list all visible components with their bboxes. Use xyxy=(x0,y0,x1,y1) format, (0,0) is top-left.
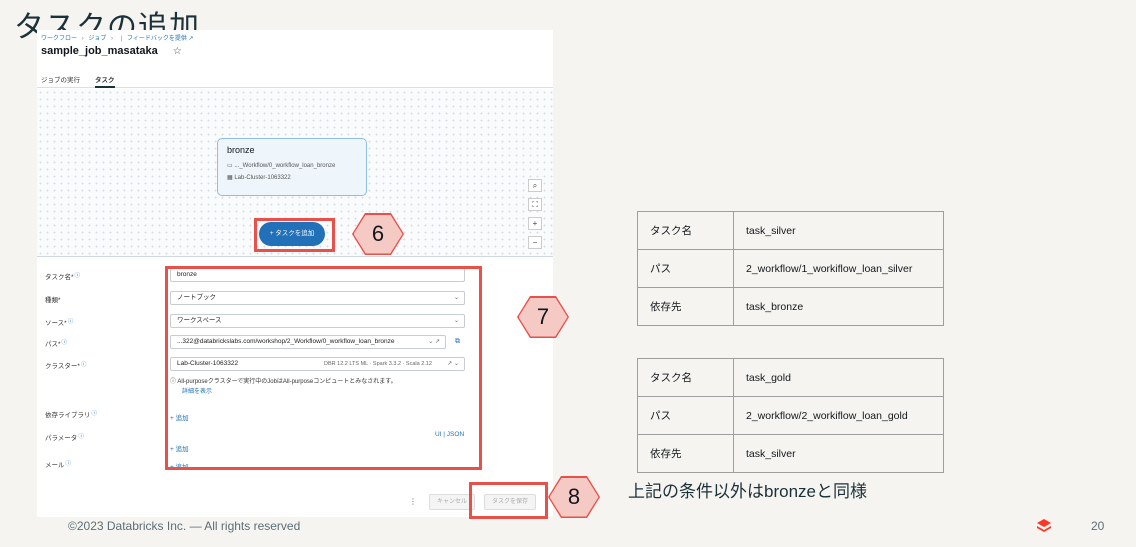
cluster-label: クラスター*ⓘ xyxy=(45,362,87,370)
page-number: 20 xyxy=(1091,519,1105,533)
fit-view-icon[interactable]: ⛶ xyxy=(528,198,542,211)
info-icon: ⓘ xyxy=(65,461,72,467)
table-row: タスク名 task_gold xyxy=(637,358,944,397)
table-row: 依存先 task_bronze xyxy=(637,287,944,326)
info-icon: ⓘ xyxy=(91,411,98,417)
copyright-footer: ©2023 Databricks Inc. — All rights reser… xyxy=(68,519,301,533)
table-row: タスク名 task_silver xyxy=(637,211,944,250)
gold-task-table: タスク名 task_gold パス 2_workflow/2_workiflow_l… xyxy=(637,358,944,473)
email-label: メールⓘ xyxy=(45,461,72,469)
info-icon: ⓘ xyxy=(78,434,84,440)
breadcrumb: ワークフロー › ジョブ › | フィードバックを提供 ↗ xyxy=(41,33,194,42)
table-row: パス 2_workflow/2_workiflow_loan_gold xyxy=(637,396,944,435)
more-options-icon[interactable]: ⋮ xyxy=(409,497,417,506)
info-icon: ⓘ xyxy=(61,340,68,346)
feedback-link[interactable]: フィードバックを提供 xyxy=(127,36,187,42)
highlight-box-form xyxy=(165,266,482,470)
breadcrumb-divider: | xyxy=(120,36,123,42)
tab-job-runs[interactable]: ジョブの実行 xyxy=(41,74,80,84)
highlight-box-save xyxy=(469,482,548,519)
parameters-label: パラメータⓘ xyxy=(45,434,84,442)
task-node-cluster: ▦ Lab-Cluster-1063322 xyxy=(227,175,291,181)
info-icon: ⓘ xyxy=(67,319,74,325)
dependent-libraries-label: 依存ライブラリⓘ xyxy=(45,411,98,419)
path-label: パス*ⓘ xyxy=(45,340,68,348)
star-icon[interactable]: ☆ xyxy=(173,46,182,57)
job-name: sample_job_masataka xyxy=(41,45,158,57)
external-link-icon: ↗ xyxy=(188,36,194,42)
source-label: ソース*ⓘ xyxy=(45,319,74,327)
breadcrumb-jobs[interactable]: ジョブ xyxy=(88,36,106,42)
databricks-screenshot: ワークフロー › ジョブ › | フィードバックを提供 ↗ sample_job… xyxy=(37,30,553,517)
callout-7: 7 xyxy=(517,296,569,338)
info-icon: ⓘ xyxy=(74,273,81,279)
summary-text: 上記の条件以外はbronzeと同様 xyxy=(628,482,867,501)
type-label: 種類* xyxy=(45,297,61,304)
task-node-name: bronze xyxy=(227,145,255,155)
table-row: 依存先 task_silver xyxy=(637,434,944,473)
callout-8: 8 xyxy=(548,476,600,518)
zoom-search-icon[interactable]: ⌕ xyxy=(528,179,542,192)
table-row: パス 2_workflow/1_workiflow_loan_silver xyxy=(637,249,944,288)
job-title: sample_job_masataka ☆ xyxy=(41,45,182,57)
task-node-bronze[interactable]: bronze ▭ ..._Workflow/0_workflow_loan_br… xyxy=(217,138,367,196)
zoom-out-icon[interactable]: − xyxy=(528,236,542,249)
callout-6: 6 xyxy=(352,213,404,255)
cluster-icon: ▦ xyxy=(227,175,233,181)
tab-tasks[interactable]: タスク xyxy=(95,74,115,88)
databricks-logo-icon xyxy=(1037,519,1051,532)
breadcrumb-workflows[interactable]: ワークフロー xyxy=(41,36,77,42)
highlight-box-add-task xyxy=(254,218,335,252)
task-name-label: タスク名*ⓘ xyxy=(45,273,81,281)
task-node-path: ▭ ..._Workflow/0_workflow_loan_bronze xyxy=(227,163,336,169)
breadcrumb-separator: › xyxy=(111,36,114,42)
zoom-in-icon[interactable]: + xyxy=(528,217,542,230)
silver-task-table: タスク名 task_silver パス 2_workflow/1_workiflow… xyxy=(637,211,944,326)
info-icon: ⓘ xyxy=(80,362,87,368)
breadcrumb-separator: › xyxy=(81,36,84,42)
tab-bar: ジョブの実行 タスク xyxy=(37,70,553,88)
folder-icon: ▭ xyxy=(227,163,233,169)
